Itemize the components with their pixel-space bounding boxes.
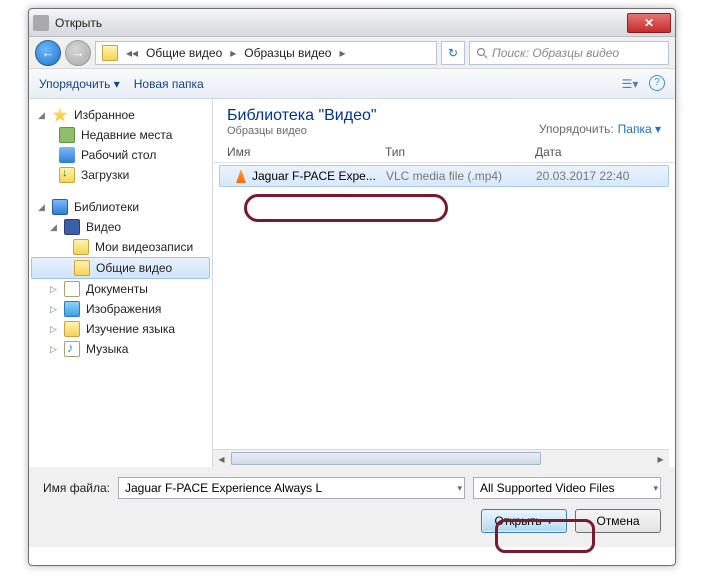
libraries-icon [52, 199, 68, 215]
sort-label: Упорядочить: [539, 122, 614, 136]
sidebar-libraries[interactable]: ◢Библиотеки [29, 197, 212, 217]
downloads-icon [59, 167, 75, 183]
documents-icon [64, 281, 80, 297]
desktop-icon [59, 147, 75, 163]
col-type[interactable]: Тип [385, 145, 535, 159]
file-name: Jaguar F-PACE Expe... [252, 169, 376, 183]
sidebar-favorites[interactable]: ◢Избранное [29, 105, 212, 125]
titlebar[interactable]: Открыть ✕ [29, 9, 675, 37]
sidebar-language[interactable]: ▷Изучение языка [29, 319, 212, 339]
folder-icon [74, 260, 90, 276]
filename-input[interactable]: Jaguar F-PACE Experience Always L▾ [118, 477, 465, 499]
sidebar-images[interactable]: ▷Изображения [29, 299, 212, 319]
sidebar-video[interactable]: ◢Видео [29, 217, 212, 237]
sidebar-my-video[interactable]: Мои видеозаписи [29, 237, 212, 257]
folder-icon [73, 239, 89, 255]
video-icon [64, 219, 80, 235]
sidebar-documents[interactable]: ▷Документы [29, 279, 212, 299]
footer: Имя файла: Jaguar F-PACE Experience Alwa… [29, 467, 675, 547]
chevron-right-icon: ▸ [337, 46, 347, 60]
sort-dropdown[interactable]: Папка ▾ [618, 122, 661, 136]
sidebar-desktop[interactable]: Рабочий стол [29, 145, 212, 165]
images-icon [64, 301, 80, 317]
cancel-button[interactable]: Отмена [575, 509, 661, 533]
organize-menu[interactable]: Упорядочить ▾ [39, 77, 120, 91]
new-folder-button[interactable]: Новая папка [134, 77, 204, 91]
search-input[interactable]: Поиск: Образцы видео [469, 41, 669, 65]
star-icon [52, 107, 68, 123]
column-headers[interactable]: Имя Тип Дата [213, 141, 675, 163]
library-title: Библиотека "Видео" [227, 107, 539, 125]
vlc-icon [234, 169, 248, 183]
back-button[interactable]: ← [35, 40, 61, 66]
refresh-button[interactable]: ↻ [441, 41, 465, 65]
file-date: 20.03.2017 22:40 [536, 169, 668, 183]
search-placeholder: Поиск: Образцы видео [492, 46, 619, 60]
open-file-dialog: Открыть ✕ ← → ◂◂ Общие видео ▸ Образцы в… [28, 8, 676, 566]
sidebar-recent[interactable]: Недавние места [29, 125, 212, 145]
col-date[interactable]: Дата [535, 145, 675, 159]
filename-label: Имя файла: [43, 481, 110, 495]
breadcrumb-seg-2[interactable]: Образцы видео [240, 46, 335, 60]
toolbar: Упорядочить ▾ Новая папка ☰▾ ? [29, 69, 675, 99]
col-name[interactable]: Имя [227, 145, 385, 159]
window-title: Открыть [55, 16, 627, 30]
sidebar-music[interactable]: ▷Музыка [29, 339, 212, 359]
close-button[interactable]: ✕ [627, 13, 671, 33]
scroll-thumb[interactable] [231, 452, 541, 465]
breadcrumb[interactable]: ◂◂ Общие видео ▸ Образцы видео ▸ [95, 41, 437, 65]
library-subtitle: Образцы видео [227, 125, 539, 137]
music-icon [64, 341, 80, 357]
sidebar-downloads[interactable]: Загрузки [29, 165, 212, 185]
view-options-icon[interactable]: ☰▾ [621, 75, 639, 93]
folder-icon [102, 45, 118, 61]
chevron-right-icon[interactable]: ◂◂ [124, 46, 140, 60]
recent-icon [59, 127, 75, 143]
search-icon [476, 47, 488, 59]
horizontal-scrollbar[interactable]: ◂ ▸ [213, 449, 669, 467]
nav-row: ← → ◂◂ Общие видео ▸ Образцы видео ▸ ↻ П… [29, 37, 675, 69]
breadcrumb-seg-1[interactable]: Общие видео [142, 46, 226, 60]
sidebar-shared-video[interactable]: Общие видео [31, 257, 210, 279]
app-icon [33, 15, 49, 31]
file-type: VLC media file (.mp4) [386, 169, 536, 183]
content-pane: Библиотека "Видео" Образцы видео Упорядо… [213, 99, 675, 467]
folder-icon [64, 321, 80, 337]
open-button[interactable]: Открыть ▼ [481, 509, 567, 533]
chevron-right-icon: ▸ [228, 46, 238, 60]
forward-button[interactable]: → [65, 40, 91, 66]
scroll-right-icon[interactable]: ▸ [652, 450, 669, 467]
chevron-down-icon[interactable]: ▾ [457, 483, 462, 494]
file-row[interactable]: Jaguar F-PACE Expe... VLC media file (.m… [219, 165, 669, 187]
scroll-left-icon[interactable]: ◂ [213, 450, 230, 467]
help-icon[interactable]: ? [649, 75, 665, 91]
file-list[interactable]: Jaguar F-PACE Expe... VLC media file (.m… [213, 163, 675, 449]
sidebar: ◢Избранное Недавние места Рабочий стол З… [29, 99, 213, 467]
filetype-dropdown[interactable]: All Supported Video Files▾ [473, 477, 661, 499]
chevron-down-icon[interactable]: ▾ [653, 483, 658, 494]
